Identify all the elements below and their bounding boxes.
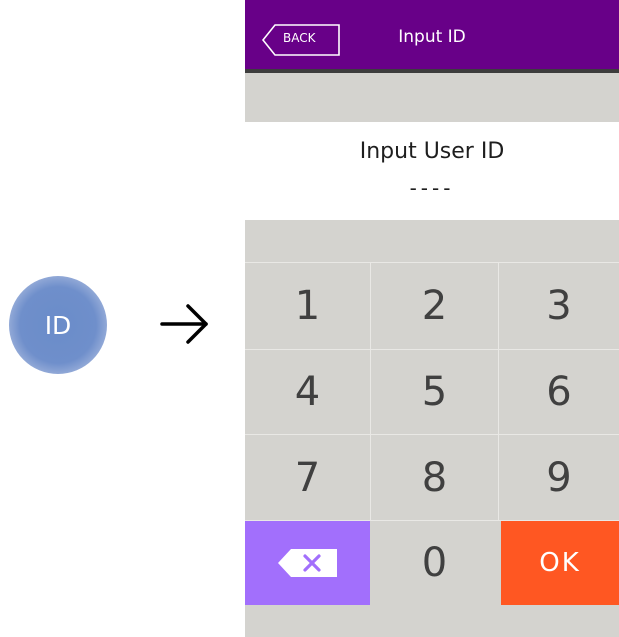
header-bar: BACK Input ID	[245, 0, 619, 69]
prompt-label: Input User ID	[359, 139, 505, 164]
numeric-keypad: 1 2 3 4 5 6 7 8 9 0 OK	[245, 262, 619, 637]
prompt-area: Input User ID ----	[245, 122, 619, 220]
key-4[interactable]: 4	[245, 350, 370, 434]
device-screen: BACK Input ID Input User ID ---- 1 2 3 4…	[245, 0, 619, 637]
ok-button[interactable]: OK	[501, 521, 619, 605]
page-title: Input ID	[398, 27, 466, 47]
key-7[interactable]: 7	[245, 435, 370, 520]
key-8[interactable]: 8	[371, 435, 498, 520]
key-5[interactable]: 5	[371, 350, 498, 434]
middle-spacer-band	[245, 220, 619, 262]
key-1[interactable]: 1	[245, 262, 370, 349]
key-9[interactable]: 9	[499, 435, 619, 520]
key-2[interactable]: 2	[371, 262, 498, 349]
key-3[interactable]: 3	[499, 262, 619, 349]
id-icon-label: ID	[44, 310, 72, 340]
user-id-display: ----	[409, 176, 455, 200]
backspace-icon	[277, 549, 337, 577]
top-spacer-band	[245, 73, 619, 122]
backspace-button[interactable]	[245, 521, 370, 605]
right-arrow-icon	[160, 304, 208, 344]
id-button-icon: ID	[9, 276, 107, 374]
key-0[interactable]: 0	[371, 521, 498, 605]
key-6[interactable]: 6	[499, 350, 619, 434]
